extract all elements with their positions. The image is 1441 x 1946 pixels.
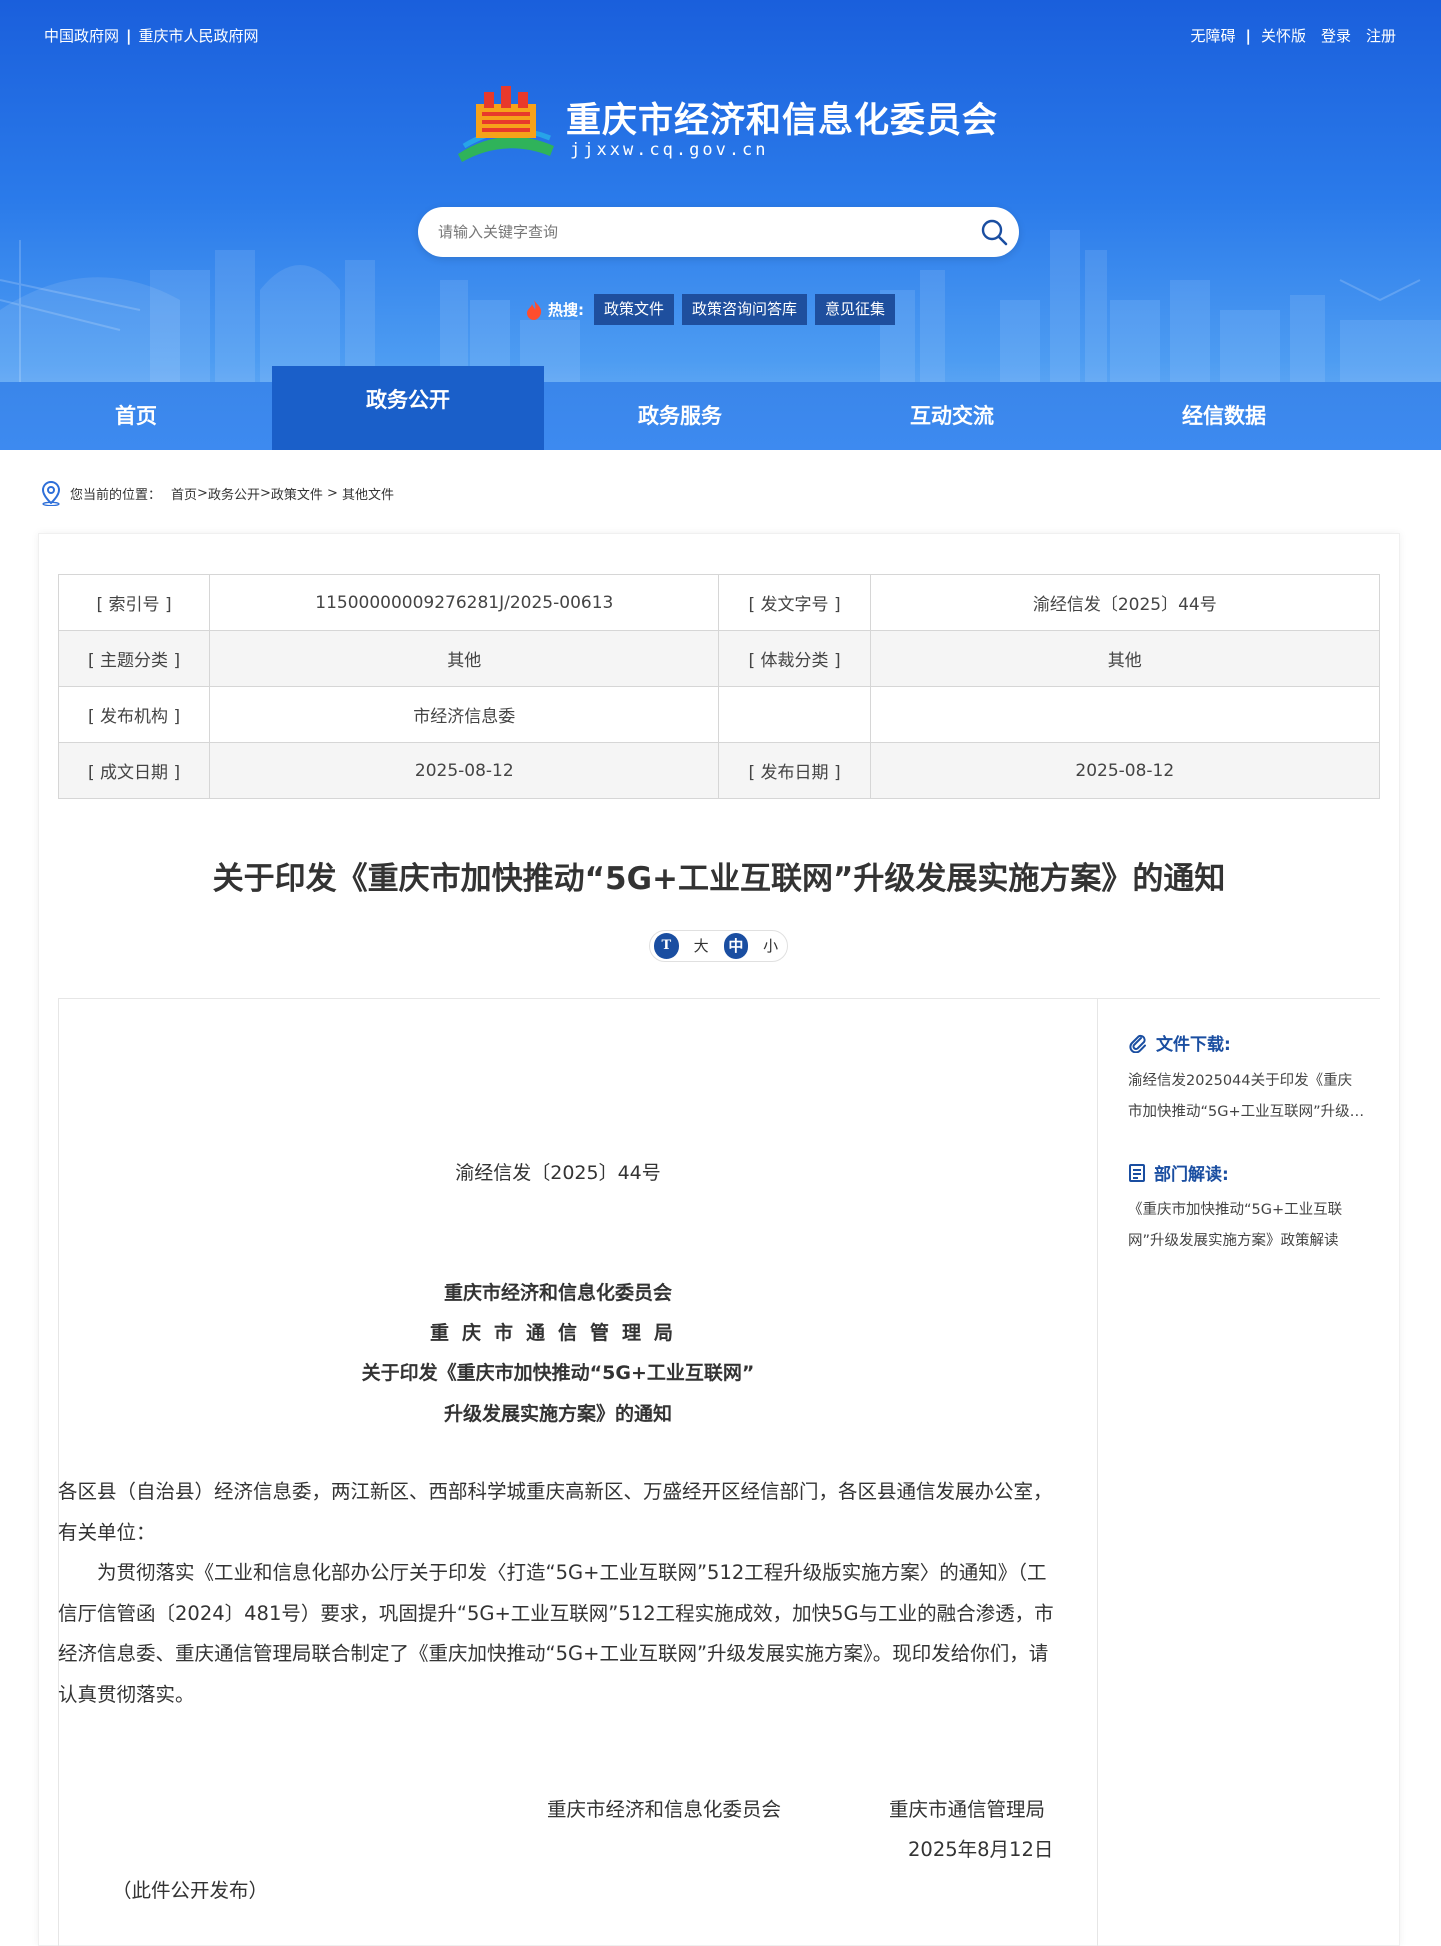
signer: 重庆市通信管理局 [889,1798,1046,1821]
document-heading: 重庆市通信管理局 [429,1322,686,1344]
document-number: 渝经信发〔2025〕44号 [455,1162,661,1184]
sidebar-download-heading: 文件下载: [1128,1030,1231,1055]
document-salutation: 各区县（自治县）经济信息委，两江新区、西部科学城重庆高新区、万盛经开区经信部门，… [58,1480,1053,1544]
nav-home[interactable]: 首页 [0,382,272,450]
search-input[interactable] [438,207,958,257]
meta-value: 其他 [209,630,720,687]
meta-label [718,686,871,743]
document-title: 关于印发《重庆市加快推动“5G+工业互联网”升级发展实施方案》的通知 [212,861,1226,897]
main-nav: 首页 政务公开 政务服务 互动交流 经信数据 [0,366,1441,450]
separator: | [126,26,132,45]
hot-search: 热搜: 政策文件 政策咨询问答库 意见征集 [524,294,903,325]
link-login[interactable]: 登录 [1321,25,1351,46]
meta-label: [ 发布机构 ] [57,686,211,743]
nav-gov-services[interactable]: 政务服务 [544,382,816,450]
document-body: 为贯彻落实《工业和信息化部办公厅关于印发〈打造“5G+工业互联网”512工程升级… [58,1561,1054,1706]
table-row: [ 索引号 ] 11500000009276281J/2025-00613 [ … [57,574,1381,631]
hot-search-label: 热搜: [548,301,584,319]
document-heading: 升级发展实施方案》的通知 [443,1403,672,1425]
hot-tag-policy-qa[interactable]: 政策咨询问答库 [682,294,808,325]
site-logo-icon[interactable] [454,84,558,162]
link-register[interactable]: 注册 [1366,25,1396,46]
table-row: [ 主题分类 ] 其他 [ 体裁分类 ] 其他 [57,630,1381,687]
meta-value: 2025-08-12 [869,742,1381,799]
search-icon[interactable] [979,217,1009,247]
link-accessibility[interactable]: 无障碍 [1190,25,1235,46]
meta-label: [ 成文日期 ] [57,742,211,799]
nav-data[interactable]: 经信数据 [1088,382,1360,450]
download-link-line1: 渝经信发2025044关于印发《重庆 [1128,1073,1353,1089]
font-size-switch: T 大 中 小 [649,930,788,962]
topbar-left-links: 中国政府网 | 重庆市人民政府网 [44,25,259,46]
meta-value: 市经济信息委 [209,686,720,743]
breadcrumb: 您当前的位置： 首页 > 政务公开 > 政策文件 > 其他文件 [40,480,394,506]
font-size-icon: T [654,933,679,959]
search-box [418,207,1019,257]
signer: 重庆市经济和信息化委员会 [547,1798,782,1821]
meta-label: [ 体裁分类 ] [718,630,871,687]
divider [58,998,1380,999]
table-row: [ 成文日期 ] 2025-08-12 [ 发布日期 ] 2025-08-12 [57,742,1381,799]
meta-label: [ 主题分类 ] [57,630,211,687]
site-header: 中国政府网 | 重庆市人民政府网 无障碍 | 关怀版 登录 注册 重庆市经济和信… [0,0,1441,450]
breadcrumb-gov-affairs[interactable]: 政务公开 [208,484,260,503]
publish-note: （此件公开发布） [112,1879,269,1902]
site-title[interactable]: 重庆市经济和信息化委员会 [566,92,998,143]
nav-interaction[interactable]: 互动交流 [816,382,1088,450]
document-heading: 重庆市经济和信息化委员会 [443,1282,672,1304]
breadcrumb-prefix: 您当前的位置： [70,487,162,503]
site-domain: jjxxw.cq.gov.cn [570,140,769,160]
font-size-large[interactable]: 大 [689,933,714,959]
topbar-right-links: 无障碍 | 关怀版 登录 注册 [1190,25,1396,46]
meta-value [869,686,1381,743]
sidebar-interpret-link[interactable]: 《重庆市加快推动“5G+工业互联网”升级发展实施方案》政策解读 [1128,1195,1378,1257]
meta-value: 2025-08-12 [209,742,720,799]
breadcrumb-home[interactable]: 首页 [171,484,197,503]
font-size-small[interactable]: 小 [758,933,783,959]
flame-icon [527,299,542,320]
hot-tag-policy-files[interactable]: 政策文件 [594,294,675,325]
meta-label: [ 索引号 ] [57,574,211,631]
document-icon [1129,1163,1145,1182]
location-pin-icon [41,480,61,506]
document-meta-table: [ 索引号 ] 11500000009276281J/2025-00613 [ … [57,574,1381,799]
font-size-medium[interactable]: 中 [723,933,749,959]
sidebar-download-link[interactable]: 渝经信发2025044关于印发《重庆 市加快推动“5G+工业互联网”升级发展实施… [1128,1066,1378,1128]
meta-label: [ 发布日期 ] [718,742,871,799]
nav-gov-affairs[interactable]: 政务公开 [272,366,544,450]
link-gov-cn[interactable]: 中国政府网 [44,25,119,46]
breadcrumb-other-files[interactable]: 其他文件 [342,484,394,503]
document-date: 2025年8月12日 [908,1838,1054,1861]
meta-value: 11500000009276281J/2025-00613 [209,574,720,631]
breadcrumb-policy-files[interactable]: 政策文件 [271,484,323,503]
meta-value: 其他 [869,630,1381,687]
link-care-version[interactable]: 关怀版 [1261,25,1306,46]
sidebar-interpret-heading: 部门解读: [1128,1160,1229,1185]
meta-value: 渝经信发〔2025〕44号 [869,574,1381,631]
document-heading: 关于印发《重庆市加快推动“5G+工业互联网” [361,1362,755,1384]
link-cq-gov[interactable]: 重庆市人民政府网 [139,25,259,46]
download-link-line2: 市加快推动“5G+工业互联网”升级发展实施方案》的通知 [1128,1104,1373,1120]
meta-label: [ 发文字号 ] [718,574,871,631]
paperclip-icon [1129,1034,1146,1053]
table-row: [ 发布机构 ] 市经济信息委 [57,686,1381,743]
divider [1097,998,1098,1946]
separator: | [1245,26,1251,45]
hot-tag-opinion[interactable]: 意见征集 [815,294,896,325]
